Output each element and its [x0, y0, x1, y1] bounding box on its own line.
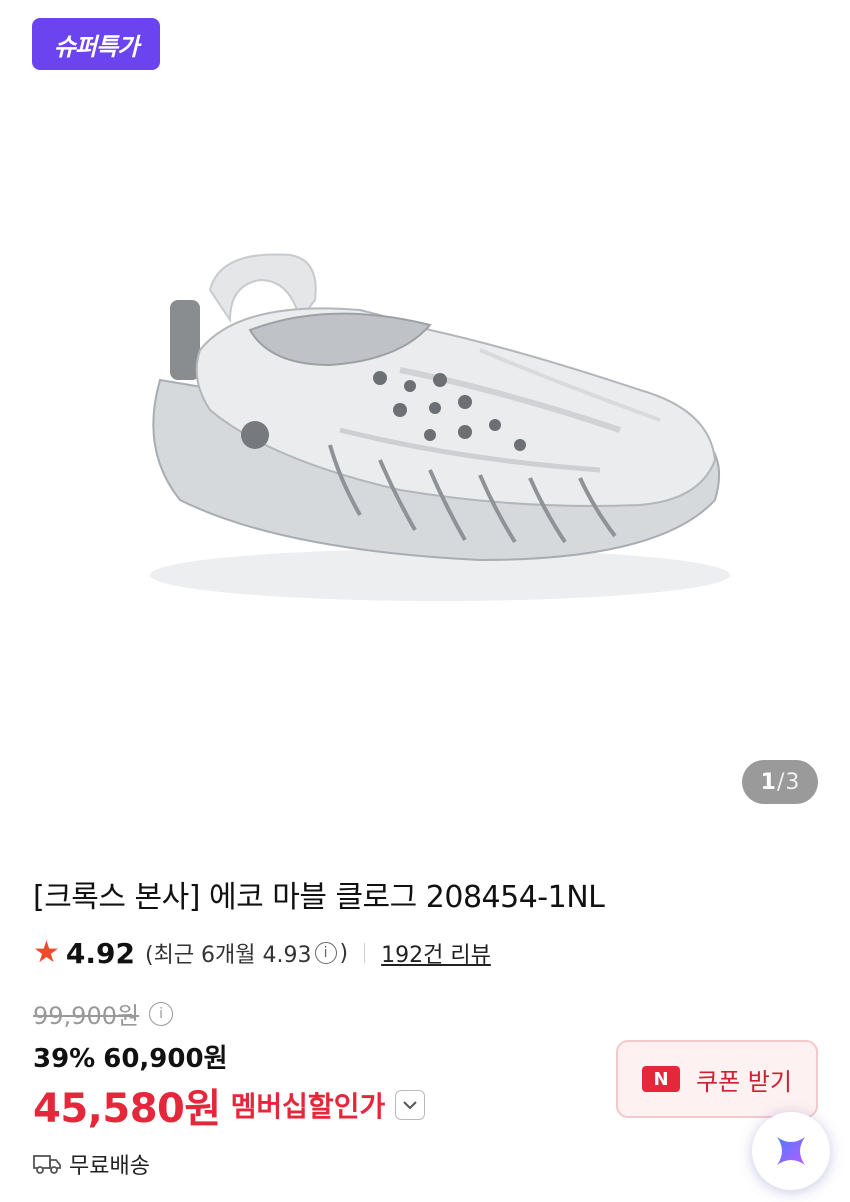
coupon-label: 쿠폰 받기 — [696, 1067, 792, 1096]
rating-divider — [364, 943, 366, 963]
recent-rating-text: (최근 6개월 4.93 — [145, 943, 312, 968]
product-gallery[interactable]: 슈퍼특가 1 / 3 — [0, 0, 850, 830]
rating-row: ★ 4.92 (최근 6개월 4.93 i ) 192건 리뷰 — [33, 934, 491, 972]
image-counter-total: 3 — [785, 769, 800, 795]
assistant-icon — [777, 1137, 805, 1165]
info-icon[interactable]: i — [314, 942, 337, 964]
coupon-button[interactable]: N 쿠폰 받기 — [616, 1040, 818, 1118]
member-price: 45,580원 — [33, 1086, 221, 1132]
member-price-label: 멤버십할인가 — [230, 1090, 386, 1123]
original-price-row: 99,900원 i — [33, 996, 174, 1031]
info-icon[interactable]: i — [149, 1001, 174, 1026]
recent-rating-close: ) — [339, 940, 349, 966]
product-image — [150, 253, 730, 601]
naver-n-icon: N — [642, 1066, 681, 1092]
reviews-link[interactable]: 192건 리뷰 — [381, 937, 491, 969]
member-price-dropdown[interactable] — [395, 1090, 426, 1120]
product-title: [크록스 본사] 에코 마블 클로그 208454-1NL — [33, 880, 605, 915]
sale-price: 60,900원 — [103, 1044, 228, 1074]
member-price-row: 45,580원 멤버십할인가 — [33, 1076, 426, 1134]
image-counter-current: 1 — [760, 769, 776, 795]
truck-icon — [33, 1155, 61, 1174]
product-page: 슈퍼특가 1 / 3 [크록스 본사] 에코 마블 클로그 208454-1NL… — [0, 0, 850, 1202]
shipping-row: 무료배송 — [33, 1148, 150, 1180]
image-counter: 1 / 3 — [742, 760, 818, 804]
super-deal-badge: 슈퍼특가 — [32, 18, 160, 70]
sale-price-row: 39% 60,900원 — [33, 1038, 228, 1075]
rating-score: 4.92 — [65, 936, 135, 970]
image-counter-separator: / — [776, 769, 785, 795]
chevron-down-icon — [403, 1101, 417, 1110]
recent-rating: (최근 6개월 4.93 i ) — [145, 937, 348, 969]
discount-percent: 39% — [33, 1044, 96, 1074]
shipping-label: 무료배송 — [69, 1154, 150, 1179]
assistant-button[interactable] — [752, 1112, 830, 1190]
star-icon: ★ — [33, 935, 60, 970]
original-price: 99,900원 — [33, 1002, 140, 1030]
